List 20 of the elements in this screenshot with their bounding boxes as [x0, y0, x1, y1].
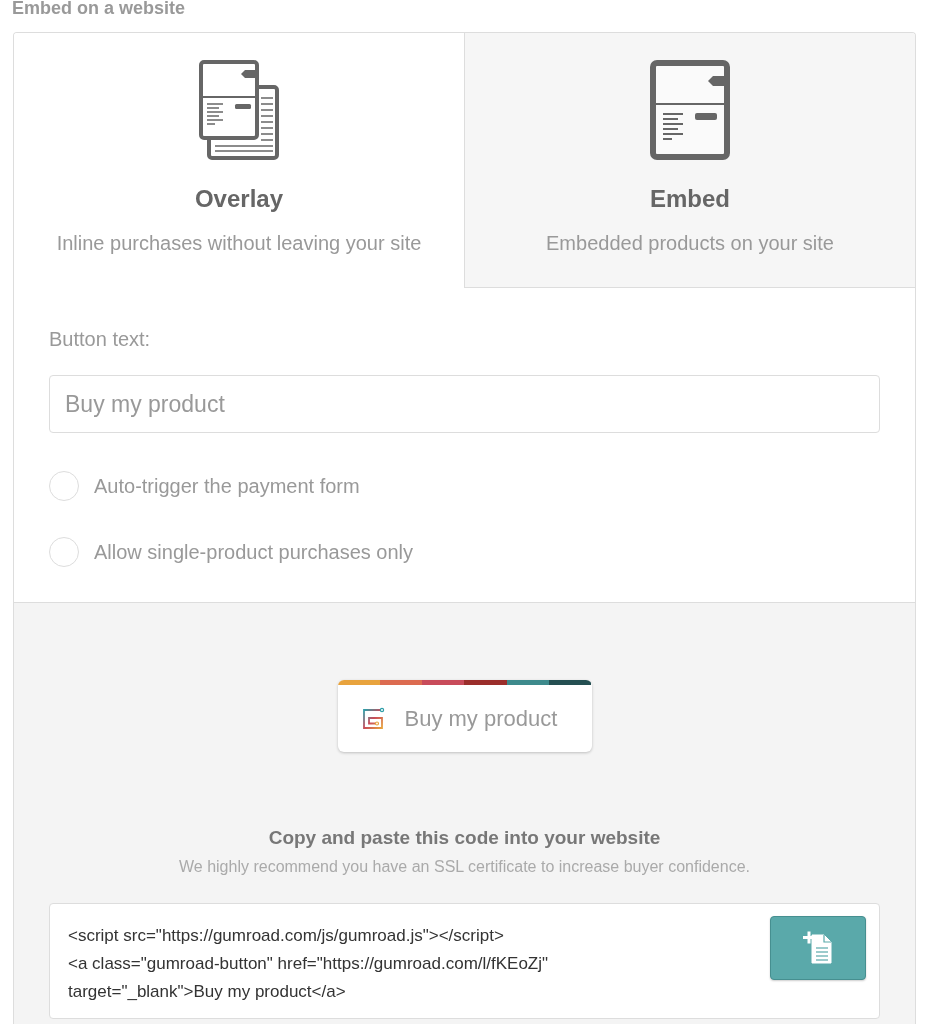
document-icon: [650, 60, 730, 160]
code-heading: Copy and paste this code into your website: [268, 826, 661, 850]
radio-label[interactable]: Auto-trigger the payment form: [94, 474, 360, 498]
button-text-field[interactable]: Buy my product: [49, 375, 880, 433]
stacked-documents-icon: [199, 60, 279, 160]
radio-button[interactable]: [49, 537, 79, 567]
buy-button-preview[interactable]: Buy my product: [337, 680, 592, 752]
logo-icon: [360, 706, 385, 731]
tab[interactable]: Embed Embedded products on your site: [464, 33, 915, 288]
embed-code-box[interactable]: <script src="https://gumroad.com/js/gumroad.js"></script> <a class="gumroad-button" href="https://gumroad.com/l/fKEoZj" target="_blank">Buy my product</a>: [49, 903, 880, 1019]
copy-button[interactable]: [770, 916, 866, 980]
code-line: target="_blank">Buy my product</a>: [68, 981, 346, 1003]
code-line: <a class="gumroad-button" href="https://gumroad.com/l/fKEoZj": [68, 953, 549, 975]
copy-document-icon: [803, 931, 833, 965]
code-hint: We highly recommend you have an SSL certificate to increase buyer confidence.: [179, 857, 750, 877]
code-line: <script src="https://gumroad.com/js/gumroad.js"></script>: [68, 925, 504, 947]
radio-button[interactable]: [49, 471, 79, 501]
radio-label[interactable]: Allow single-product purchases only: [94, 540, 414, 564]
section-title: Embed on a website: [12, 0, 186, 17]
field-label: Button text:: [49, 327, 151, 351]
